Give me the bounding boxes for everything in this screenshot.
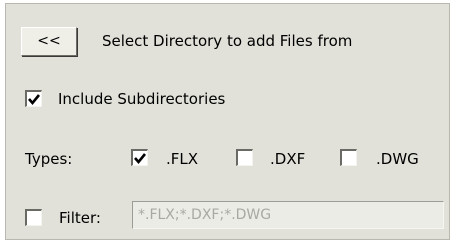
file-source-panel: << Select Directory to add Files from In…: [5, 3, 450, 240]
checkmark-icon: [28, 94, 41, 106]
checkmark-icon: [134, 153, 147, 165]
type-flx-label[interactable]: .FLX: [166, 150, 198, 168]
filter-checkbox[interactable]: [25, 209, 42, 226]
directory-prompt-label: Select Directory to add Files from: [102, 32, 353, 50]
type-dxf-checkbox[interactable]: [236, 149, 253, 166]
type-dwg-label[interactable]: .DWG: [376, 150, 419, 168]
include-subdirectories-checkbox[interactable]: [25, 90, 42, 107]
type-flx-checkbox[interactable]: [131, 149, 148, 166]
type-dxf-label[interactable]: .DXF: [270, 150, 305, 168]
back-button[interactable]: <<: [21, 27, 77, 56]
type-dwg-checkbox[interactable]: [340, 149, 357, 166]
include-subdirectories-label[interactable]: Include Subdirectories: [58, 90, 225, 108]
filter-label[interactable]: Filter:: [59, 209, 101, 227]
types-label: Types:: [25, 150, 73, 168]
filter-input[interactable]: *.FLX;*.DXF;*.DWG: [132, 201, 444, 229]
